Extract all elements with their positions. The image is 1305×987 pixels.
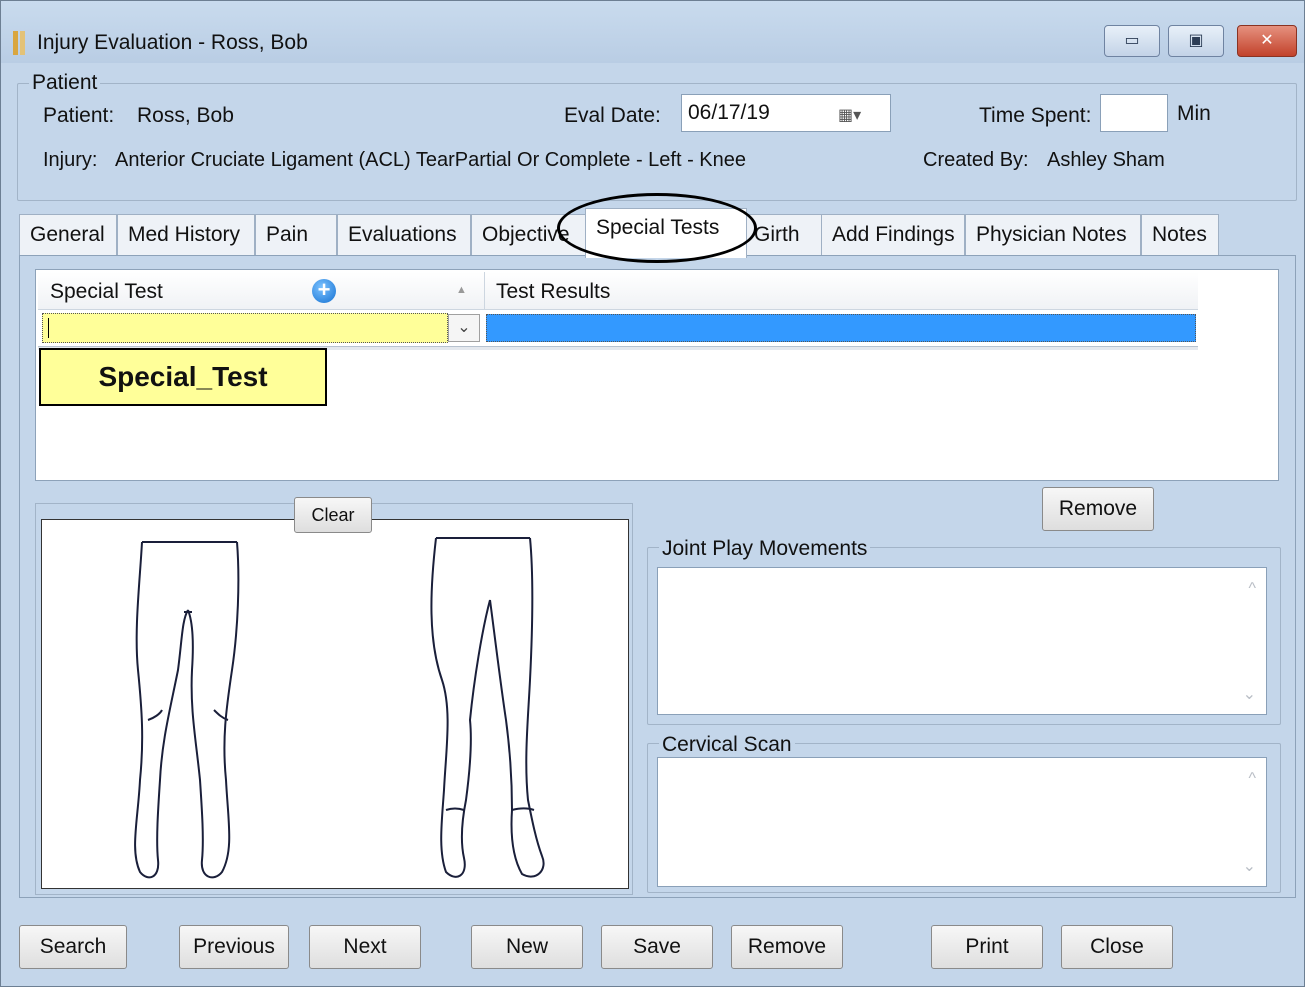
body-diagram-canvas[interactable] bbox=[41, 519, 629, 889]
tab-physician-notes[interactable]: Physician Notes bbox=[965, 214, 1141, 256]
eval-date-value: 06/17/19 bbox=[688, 101, 770, 124]
close-window-button[interactable]: ✕ bbox=[1237, 25, 1297, 57]
patient-label: Patient: bbox=[43, 104, 115, 127]
time-unit-label: Min bbox=[1177, 102, 1211, 125]
remove-record-button[interactable]: Remove bbox=[731, 925, 843, 969]
previous-button[interactable]: Previous bbox=[179, 925, 289, 969]
next-button[interactable]: Next bbox=[309, 925, 421, 969]
time-spent-label: Time Spent: bbox=[979, 104, 1092, 127]
column-header-test-results[interactable]: Test Results bbox=[496, 280, 610, 304]
scroll-down-icon[interactable]: ⌄ bbox=[1243, 856, 1256, 876]
injury-label: Injury: bbox=[43, 149, 98, 171]
window-title: Injury Evaluation - Ross, Bob bbox=[37, 31, 308, 54]
patient-value: Ross, Bob bbox=[137, 104, 234, 127]
add-plus-icon[interactable]: + bbox=[312, 279, 336, 303]
tab-general[interactable]: General bbox=[19, 214, 117, 256]
print-button[interactable]: Print bbox=[931, 925, 1043, 969]
tab-girth[interactable]: Girth bbox=[743, 214, 825, 256]
remove-special-test-button[interactable]: Remove bbox=[1042, 487, 1154, 531]
column-separator[interactable] bbox=[484, 272, 485, 310]
tab-objective[interactable]: Objective bbox=[471, 214, 589, 256]
app-icon bbox=[13, 31, 29, 55]
time-spent-input[interactable] bbox=[1100, 94, 1168, 132]
save-button[interactable]: Save bbox=[601, 925, 713, 969]
calendar-dropdown-icon[interactable]: ▦▾ bbox=[838, 105, 872, 125]
title-bar: Injury Evaluation - Ross, Bob ▭ ▣ ✕ bbox=[1, 1, 1304, 63]
injury-evaluation-window: Injury Evaluation - Ross, Bob ▭ ▣ ✕ Pati… bbox=[0, 0, 1305, 987]
grid-header: Special Test + ▲ Test Results bbox=[38, 272, 1198, 310]
scroll-up-icon[interactable]: ^ bbox=[1248, 580, 1256, 598]
new-button[interactable]: New bbox=[471, 925, 583, 969]
tab-evaluations[interactable]: Evaluations bbox=[337, 214, 471, 256]
joint-play-legend: Joint Play Movements bbox=[659, 537, 871, 561]
cervical-scan-legend: Cervical Scan bbox=[659, 733, 795, 757]
maximize-button[interactable]: ▣ bbox=[1168, 25, 1224, 57]
created-by-value: Ashley Sham bbox=[1047, 149, 1165, 171]
search-button[interactable]: Search bbox=[19, 925, 127, 969]
test-results-cell[interactable] bbox=[486, 314, 1196, 342]
column-header-special-test[interactable]: Special Test bbox=[50, 280, 163, 304]
field-name-callout: Special_Test bbox=[39, 348, 327, 406]
eval-date-label: Eval Date: bbox=[564, 104, 661, 127]
injury-value: Anterior Cruciate Ligament (ACL) TearPar… bbox=[115, 149, 747, 171]
sort-asc-icon[interactable]: ▲ bbox=[456, 284, 467, 296]
cervical-scan-textarea[interactable]: ^ ⌄ bbox=[657, 757, 1267, 887]
tab-add-findings[interactable]: Add Findings bbox=[821, 214, 965, 256]
special-test-cell[interactable] bbox=[42, 313, 448, 343]
tab-notes[interactable]: Notes bbox=[1141, 214, 1219, 256]
text-caret bbox=[48, 318, 49, 338]
created-by-label: Created By: bbox=[923, 149, 1029, 171]
scroll-down-icon[interactable]: ⌄ bbox=[1243, 684, 1256, 704]
patient-group-legend: Patient bbox=[29, 71, 101, 95]
close-button[interactable]: Close bbox=[1061, 925, 1173, 969]
joint-play-textarea[interactable]: ^ ⌄ bbox=[657, 567, 1267, 715]
tab-pain[interactable]: Pain bbox=[255, 214, 337, 256]
scroll-up-icon[interactable]: ^ bbox=[1248, 770, 1256, 788]
tab-med-history[interactable]: Med History bbox=[117, 214, 255, 256]
legs-diagram-image bbox=[134, 537, 545, 879]
special-test-dropdown-button[interactable]: ⌄ bbox=[448, 314, 480, 342]
eval-date-picker[interactable]: 06/17/19 ▦▾ bbox=[681, 94, 891, 132]
tab-special-tests[interactable]: Special Tests bbox=[585, 208, 747, 258]
clear-diagram-button[interactable]: Clear bbox=[294, 497, 372, 533]
minimize-button[interactable]: ▭ bbox=[1104, 25, 1160, 57]
table-row[interactable]: ⌄ bbox=[38, 312, 1198, 344]
